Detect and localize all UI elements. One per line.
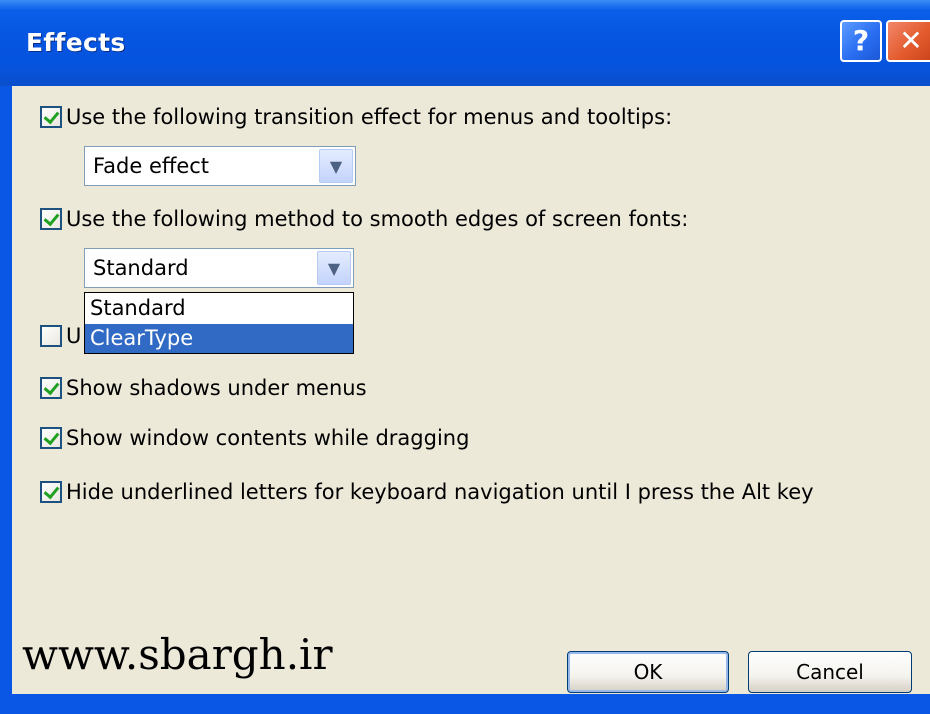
transition-effect-option[interactable]: Use the following transition effect for … — [40, 103, 672, 131]
hide-underline-label: Hide underlined letters for keyboard nav… — [66, 480, 814, 504]
shadows-option[interactable]: Show shadows under menus — [40, 374, 367, 402]
font-smoothing-option[interactable]: Use the following method to smooth edges… — [40, 205, 688, 233]
font-smoothing-value: Standard — [93, 256, 189, 280]
dropdown-option-cleartype[interactable]: ClearType — [85, 324, 353, 353]
font-smoothing-label: Use the following method to smooth edges… — [66, 207, 689, 231]
help-icon[interactable]: ? — [840, 20, 882, 62]
drag-contents-checkbox[interactable] — [40, 427, 62, 449]
chevron-down-icon[interactable]: ▼ — [319, 149, 353, 183]
font-smoothing-dropdown-list: Standard ClearType — [84, 292, 354, 354]
window-title: Effects — [26, 28, 126, 57]
effects-dialog: Effects ? ✕ Use the following transition… — [0, 0, 930, 714]
hidden-option-label: U — [66, 324, 82, 348]
transition-effect-value: Fade effect — [93, 154, 210, 178]
transition-effect-checkbox[interactable] — [40, 106, 62, 128]
hide-underline-option[interactable]: Hide underlined letters for keyboard nav… — [40, 478, 814, 506]
close-icon[interactable]: ✕ — [886, 20, 930, 62]
hide-underline-checkbox[interactable] — [40, 481, 62, 503]
transition-effect-label: Use the following transition effect for … — [66, 105, 673, 129]
font-smoothing-select[interactable]: Standard ▼ — [84, 248, 354, 288]
font-smoothing-checkbox[interactable] — [40, 208, 62, 230]
cancel-button[interactable]: Cancel — [748, 651, 912, 693]
drag-contents-option[interactable]: Show window contents while dragging — [40, 424, 469, 452]
hidden-option-checkbox[interactable] — [40, 325, 62, 347]
transition-effect-select[interactable]: Fade effect ▼ — [84, 146, 356, 186]
title-bar[interactable]: Effects ? ✕ — [0, 0, 930, 86]
shadows-checkbox[interactable] — [40, 377, 62, 399]
window-bottom-border — [0, 694, 930, 714]
shadows-label: Show shadows under menus — [66, 376, 367, 400]
dropdown-option-standard[interactable]: Standard — [85, 294, 353, 323]
ok-button[interactable]: OK — [567, 651, 729, 693]
drag-contents-label: Show window contents while dragging — [66, 426, 470, 450]
chevron-down-icon[interactable]: ▼ — [317, 251, 351, 285]
hidden-option[interactable]: U — [40, 322, 81, 350]
watermark-text: www.sbargh.ir — [22, 630, 333, 679]
